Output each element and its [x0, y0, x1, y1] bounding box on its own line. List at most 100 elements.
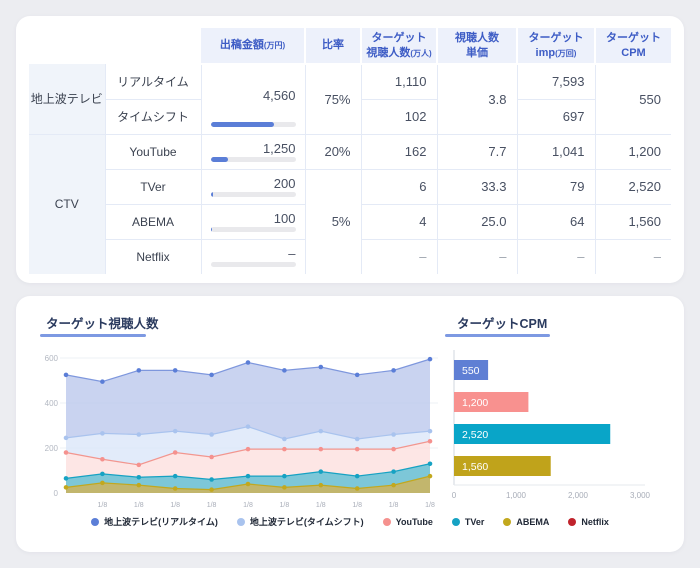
netflix-amount-value: – [211, 245, 296, 263]
cell-abema-audience: 4 [361, 204, 437, 239]
legend-item-4[interactable]: ABEMA [503, 517, 549, 527]
cell-tv-ratio: 75% [305, 64, 361, 134]
cell-ctv-ratio: 5% [305, 169, 361, 274]
table-row-realtime: 地上波テレビ リアルタイム 4,560 75% 1,110 3.8 7,593 … [29, 64, 671, 99]
legend-label: TVer [465, 517, 485, 527]
legend-label: 地上波テレビ(リアルタイム) [104, 515, 218, 528]
bar-chart-title-underline [445, 334, 550, 337]
svg-text:1/8: 1/8 [170, 502, 180, 509]
abema-amount-bar [211, 227, 296, 232]
col-header-amount: 出稿金額(万円) [201, 28, 305, 64]
col-header-unit-price: 視聴人数 単価 [437, 28, 517, 64]
svg-text:550: 550 [462, 365, 480, 377]
cell-timeshift-imp: 697 [517, 99, 595, 134]
svg-text:3,000: 3,000 [630, 491, 651, 500]
tver-amount-bar [211, 192, 296, 197]
col-header-target-cpm: ターゲット CPM [595, 28, 671, 64]
legend-dot-icon [383, 518, 391, 526]
svg-text:1/8: 1/8 [389, 502, 399, 509]
cell-abema-amount: 100 [201, 204, 305, 239]
target-cpm-bar-chart: 5501,2002,5201,56001,0002,0003,000 [440, 344, 680, 514]
table-row-youtube: CTV YouTube 1,250 20% 162 7.7 1,041 1,20… [29, 134, 671, 169]
netflix-amount-bar [211, 262, 296, 267]
cell-tv-amount: 4,560 [201, 64, 305, 134]
svg-text:1,000: 1,000 [506, 491, 527, 500]
svg-text:2,520: 2,520 [462, 429, 488, 441]
cell-youtube-audience: 162 [361, 134, 437, 169]
legend-dot-icon [91, 518, 99, 526]
abema-amount-value: 100 [211, 210, 296, 227]
col-header-target-audience: ターゲット 視聴人数(万人) [361, 28, 437, 64]
col-header-ratio: 比率 [305, 28, 361, 64]
cell-netflix-unit-price: – [437, 239, 517, 274]
row-label-tver: TVer [105, 169, 201, 204]
cell-realtime-audience: 1,110 [361, 64, 437, 99]
svg-text:1,560: 1,560 [462, 461, 488, 473]
youtube-amount-bar [211, 157, 296, 162]
area-chart-title: ターゲット視聴人数 [46, 313, 159, 332]
cell-youtube-ratio: 20% [305, 134, 361, 169]
cell-tver-amount: 200 [201, 169, 305, 204]
svg-text:1/8: 1/8 [98, 502, 108, 509]
youtube-amount-value: 1,250 [211, 140, 296, 157]
row-label-timeshift: タイムシフト [105, 99, 201, 134]
cell-netflix-imp: – [517, 239, 595, 274]
row-label-abema: ABEMA [105, 204, 201, 239]
legend-label: YouTube [396, 517, 433, 527]
legend-dot-icon [503, 518, 511, 526]
cell-abema-imp: 64 [517, 204, 595, 239]
svg-text:1/8: 1/8 [425, 502, 435, 509]
legend-item-3[interactable]: TVer [452, 517, 485, 527]
cell-youtube-cpm: 1,200 [595, 134, 671, 169]
cell-netflix-audience: – [361, 239, 437, 274]
svg-text:1/8: 1/8 [207, 502, 217, 509]
cell-tver-unit-price: 33.3 [437, 169, 517, 204]
cell-youtube-amount: 1,250 [201, 134, 305, 169]
svg-text:400: 400 [45, 399, 59, 408]
cell-tv-cpm: 550 [595, 64, 671, 134]
legend-item-5[interactable]: Netflix [568, 517, 609, 527]
svg-text:1/8: 1/8 [280, 502, 290, 509]
col-header-target-imp: ターゲット imp(万回) [517, 28, 595, 64]
svg-text:1/8: 1/8 [243, 502, 253, 509]
svg-text:1/8: 1/8 [134, 502, 144, 509]
target-audience-area-chart: 02004006001/81/81/81/81/81/81/81/81/81/8 [34, 344, 454, 514]
cell-netflix-cpm: – [595, 239, 671, 274]
cell-youtube-imp: 1,041 [517, 134, 595, 169]
group-label-tv: 地上波テレビ [29, 64, 105, 134]
svg-text:1/8: 1/8 [352, 502, 362, 509]
legend-item-2[interactable]: YouTube [383, 517, 433, 527]
media-plan-table-card: 出稿金額(万円) 比率 ターゲット 視聴人数(万人) 視聴人数 単価 ターゲット… [16, 16, 684, 283]
table-row-tver: TVer 200 5% 6 33.3 79 2,520 [29, 169, 671, 204]
bar-chart-title: ターゲットCPM [457, 313, 547, 332]
legend-item-0[interactable]: 地上波テレビ(リアルタイム) [91, 515, 218, 528]
legend-dot-icon [237, 518, 245, 526]
svg-text:1/8: 1/8 [316, 502, 326, 509]
cell-realtime-imp: 7,593 [517, 64, 595, 99]
header-blank [29, 28, 201, 64]
tv-amount-value: 4,560 [211, 70, 296, 122]
svg-text:600: 600 [45, 354, 59, 363]
media-plan-table: 出稿金額(万円) 比率 ターゲット 視聴人数(万人) 視聴人数 単価 ターゲット… [29, 28, 671, 274]
svg-text:1,200: 1,200 [462, 397, 488, 409]
cell-abema-cpm: 1,560 [595, 204, 671, 239]
group-label-ctv: CTV [29, 134, 105, 274]
cell-timeshift-audience: 102 [361, 99, 437, 134]
cell-tver-audience: 6 [361, 169, 437, 204]
row-label-netflix: Netflix [105, 239, 201, 274]
cell-youtube-unit-price: 7.7 [437, 134, 517, 169]
row-label-youtube: YouTube [105, 134, 201, 169]
area-chart-title-underline [40, 334, 146, 337]
cell-netflix-amount: – [201, 239, 305, 274]
tver-amount-value: 200 [211, 175, 296, 192]
legend-label: ABEMA [516, 517, 549, 527]
cell-tver-imp: 79 [517, 169, 595, 204]
cell-tv-unit-price: 3.8 [437, 64, 517, 134]
legend-item-1[interactable]: 地上波テレビ(タイムシフト) [237, 515, 364, 528]
tv-amount-bar [211, 122, 296, 127]
row-label-realtime: リアルタイム [105, 64, 201, 99]
legend-dot-icon [452, 518, 460, 526]
legend-dot-icon [568, 518, 576, 526]
cell-tver-cpm: 2,520 [595, 169, 671, 204]
svg-text:0: 0 [452, 491, 457, 500]
